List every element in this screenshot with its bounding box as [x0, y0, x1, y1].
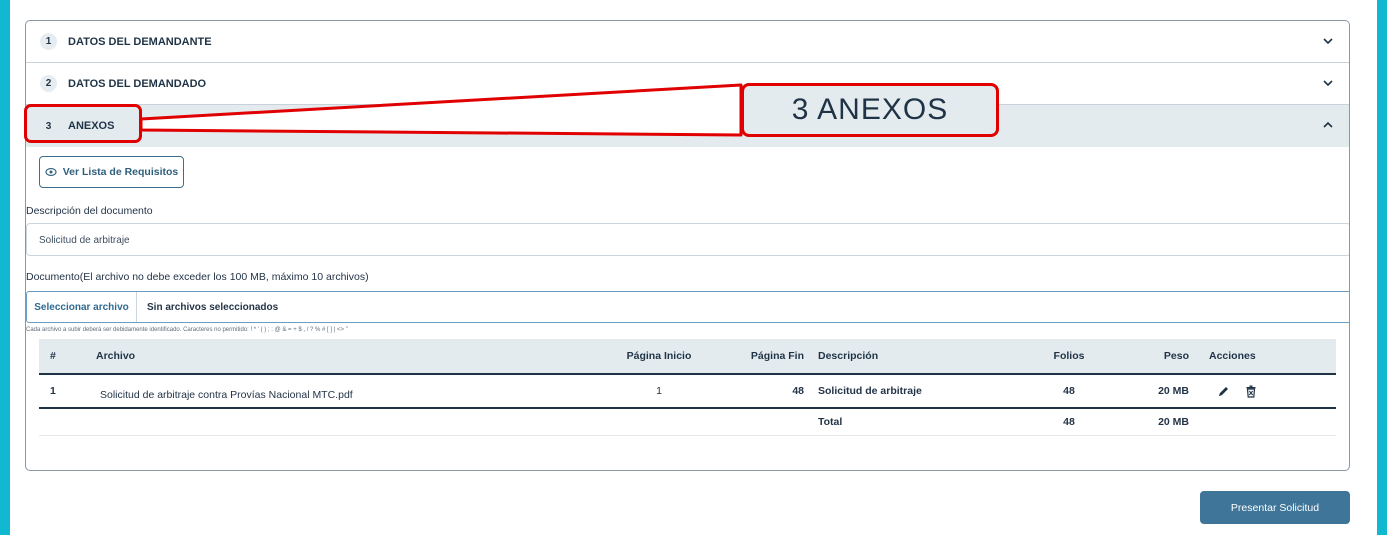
chevron-up-icon	[1323, 121, 1333, 128]
row-file: Solicitud de arbitraje contra Provías Na…	[100, 389, 353, 401]
col-number: #	[50, 350, 56, 362]
col-folios: Folios	[1053, 350, 1085, 362]
table-row: 1 Solicitud de arbitraje contra Provías …	[39, 375, 1336, 409]
form-accordion: 1 DATOS DEL DEMANDANTE 2 DATOS DEL DEMAN…	[25, 20, 1350, 471]
file-status: Sin archivos seleccionados	[147, 301, 279, 313]
row-description: Solicitud de arbitraje	[818, 385, 922, 397]
callout-label: 3 ANEXOS	[741, 83, 999, 137]
col-size: Peso	[1163, 350, 1189, 362]
choose-file-button[interactable]: Seleccionar archivo	[27, 292, 137, 322]
row-folios: 48	[1063, 385, 1075, 397]
section-header-anexos[interactable]: 3 ANEXOS	[26, 105, 1349, 147]
chevron-down-icon	[1323, 80, 1333, 87]
edit-icon[interactable]	[1217, 375, 1230, 407]
section-header-demandado[interactable]: 2 DATOS DEL DEMANDADO	[26, 63, 1349, 105]
table-total-row: Total 48 20 MB	[39, 409, 1336, 436]
file-hint: Cada archivo a subir deberá ser debidame…	[26, 327, 348, 333]
row-page-start: 1	[656, 385, 662, 397]
row-size: 20 MB	[1158, 385, 1189, 397]
section-title: DATOS DEL DEMANDADO	[68, 77, 207, 90]
total-size: 20 MB	[1158, 416, 1189, 428]
callout-highlight	[24, 104, 142, 143]
table-header: # Archivo Página Inicio Página Fin Descr…	[39, 339, 1336, 375]
eye-icon	[45, 168, 57, 176]
chevron-down-icon	[1323, 38, 1333, 45]
section-number: 1	[40, 33, 57, 50]
document-label: Documento(El archivo no debe exceder los…	[26, 271, 369, 283]
col-actions: Acciones	[1209, 350, 1256, 362]
col-description: Descripción	[818, 350, 879, 362]
row-page-end: 48	[792, 385, 804, 397]
col-file: Archivo	[96, 350, 136, 362]
total-folios: 48	[1063, 416, 1075, 428]
description-input[interactable]: Solicitud de arbitraje	[26, 223, 1349, 256]
requirements-list-button[interactable]: Ver Lista de Requisitos	[39, 156, 184, 188]
col-page-start: Página Inicio	[626, 350, 692, 362]
row-number: 1	[50, 385, 56, 397]
col-page-end: Página Fin	[750, 350, 804, 362]
section-number: 2	[40, 75, 57, 92]
requirements-button-label: Ver Lista de Requisitos	[62, 166, 179, 178]
section-header-demandante[interactable]: 1 DATOS DEL DEMANDANTE	[26, 21, 1349, 63]
submit-request-button[interactable]: Presentar Solicitud	[1200, 491, 1350, 524]
file-input[interactable]: Seleccionar archivo Sin archivos selecci…	[26, 291, 1349, 323]
trash-icon[interactable]	[1245, 375, 1257, 407]
section-title: DATOS DEL DEMANDANTE	[68, 35, 212, 48]
page: 1 DATOS DEL DEMANDANTE 2 DATOS DEL DEMAN…	[10, 0, 1377, 535]
total-label: Total	[818, 416, 843, 428]
description-label: Descripción del documento	[26, 205, 153, 217]
